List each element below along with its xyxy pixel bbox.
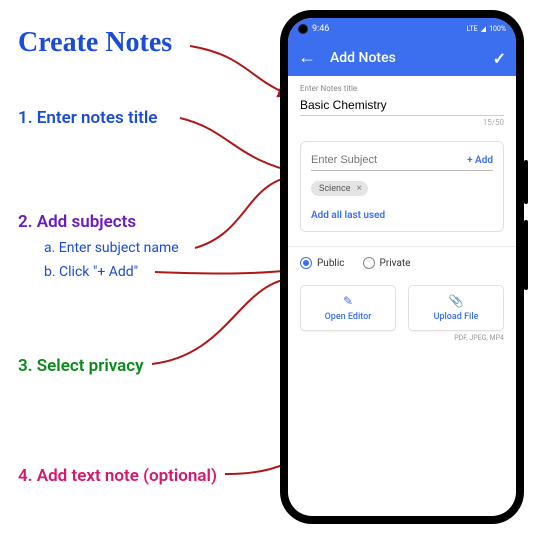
open-editor-button[interactable]: ✎ Open Editor xyxy=(300,285,396,331)
divider xyxy=(288,246,516,247)
upload-file-label: Upload File xyxy=(434,312,479,322)
annotation-step4: 4. Add text note (optional) xyxy=(18,466,217,486)
privacy-private-radio[interactable]: Private xyxy=(363,257,411,269)
subject-card: + Add Science × Add all last used xyxy=(300,141,504,232)
radio-icon xyxy=(363,257,375,269)
add-all-last-used-button[interactable]: Add all last used xyxy=(311,210,493,221)
title-char-counter: 15/50 xyxy=(300,118,504,127)
confirm-icon[interactable]: ✓ xyxy=(493,49,506,68)
annotation-step2b: b. Click "+ Add" xyxy=(44,264,138,281)
status-right: LTE ◢ 100% xyxy=(467,25,506,33)
open-editor-label: Open Editor xyxy=(325,312,372,322)
app-header: ← Add Notes ✓ xyxy=(288,40,516,76)
annotation-step2a: a. Enter subject name xyxy=(44,240,179,257)
chip-remove-icon[interactable]: × xyxy=(356,183,361,194)
status-battery: 100% xyxy=(489,25,506,33)
radio-label: Private xyxy=(380,258,411,269)
annotation-step3: 3. Select privacy xyxy=(18,356,144,376)
phone-frame: 9:46 LTE ◢ 100% ← Add Notes ✓ Enter Note… xyxy=(280,10,524,524)
back-icon[interactable]: ← xyxy=(298,49,316,67)
signal-icon: ◢ xyxy=(481,25,486,33)
title-field-label: Enter Notes title xyxy=(300,84,504,93)
content-area: Enter Notes title 15/50 + Add Science × … xyxy=(288,76,516,516)
annotation-title: Create Notes xyxy=(18,26,172,60)
status-network: LTE xyxy=(467,25,478,33)
chip-label: Science xyxy=(319,184,350,194)
upload-file-button[interactable]: 📎 Upload File xyxy=(408,285,504,331)
edit-icon: ✎ xyxy=(343,294,353,308)
camera-hole xyxy=(298,24,308,34)
attach-icon: 📎 xyxy=(449,294,464,308)
privacy-row: Public Private xyxy=(300,257,504,269)
statusbar: 9:46 LTE ◢ 100% xyxy=(288,18,516,40)
annotation-step1: 1. Enter notes title xyxy=(18,108,157,128)
subject-chip[interactable]: Science × xyxy=(311,181,368,196)
file-types-hint: PDF, JPEG, MP4 xyxy=(300,334,504,342)
notes-title-input[interactable] xyxy=(300,96,504,116)
phone-screen: 9:46 LTE ◢ 100% ← Add Notes ✓ Enter Note… xyxy=(288,18,516,516)
privacy-public-radio[interactable]: Public xyxy=(300,257,345,269)
radio-label: Public xyxy=(317,258,345,269)
add-subject-button[interactable]: + Add xyxy=(467,155,493,166)
subject-input[interactable] xyxy=(311,154,467,166)
status-time: 9:46 xyxy=(312,24,329,34)
annotation-step2: 2. Add subjects xyxy=(18,212,136,232)
radio-icon xyxy=(300,257,312,269)
page-title: Add Notes xyxy=(330,50,479,66)
action-row: ✎ Open Editor 📎 Upload File xyxy=(300,285,504,331)
